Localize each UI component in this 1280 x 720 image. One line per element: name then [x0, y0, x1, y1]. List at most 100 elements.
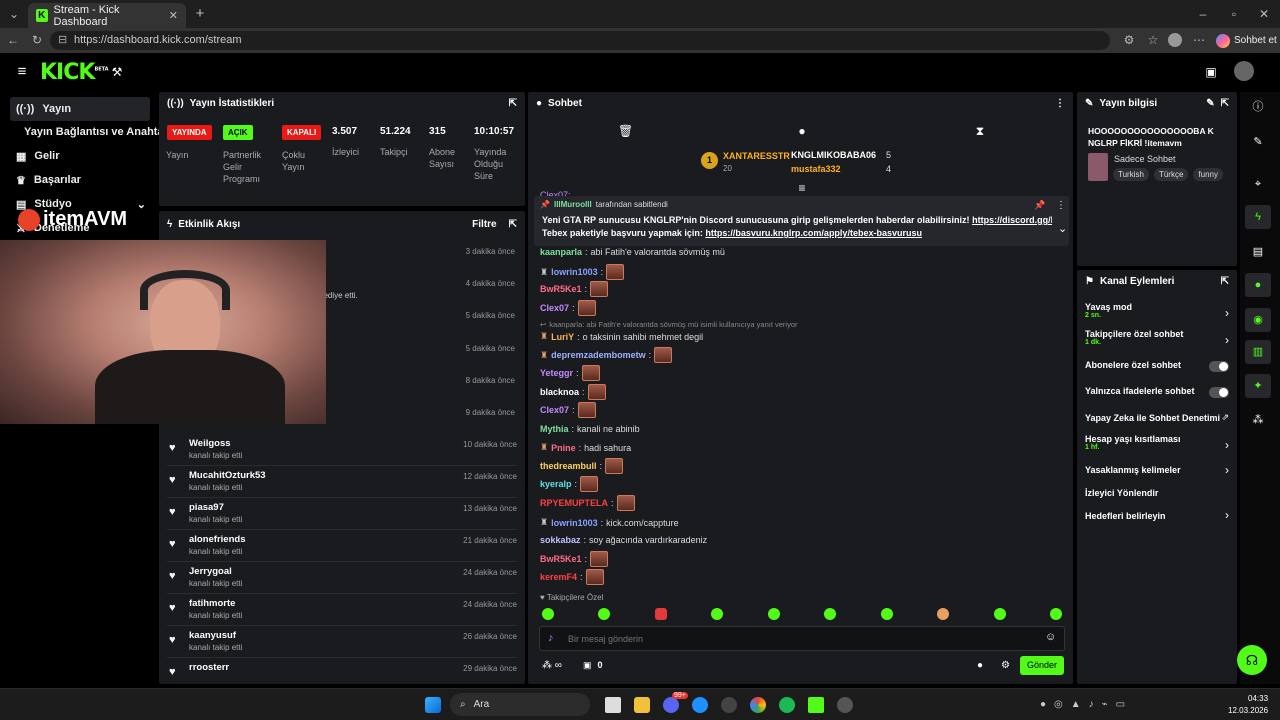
emote-icon[interactable] — [1049, 608, 1062, 620]
file-explorer-icon[interactable] — [634, 697, 650, 713]
user-avatar[interactable] — [1234, 61, 1254, 81]
chat-icon[interactable]: ● — [1245, 273, 1271, 297]
minimize-icon[interactable]: – — [1195, 6, 1211, 22]
chat-username[interactable]: lowrin1003 — [551, 518, 598, 528]
taskbar-search[interactable]: ⌕ Ara — [450, 693, 590, 716]
chat-username[interactable]: Yeteggr — [540, 368, 573, 378]
browser-tab[interactable]: K Stream - Kick Dashboard ✕ — [28, 3, 186, 28]
hammer-icon[interactable]: ⚒ — [110, 64, 124, 80]
subscriber-only-toggle[interactable] — [1209, 361, 1229, 372]
emote-icon[interactable] — [711, 608, 724, 620]
task-view-icon[interactable] — [605, 697, 621, 713]
chat-username[interactable]: BwR5Ke1 — [540, 554, 582, 564]
tag[interactable]: Türkçe — [1153, 168, 1189, 181]
chat-username[interactable]: kyeralp — [540, 479, 572, 489]
chat-username[interactable]: keremF4 — [540, 572, 577, 582]
send-button[interactable]: Gönder — [1020, 656, 1064, 675]
action-follower-only[interactable]: Takipçilere özel sohbet 1 dk. — [1085, 329, 1237, 346]
chat-settings-bubble-icon[interactable]: ● — [977, 660, 983, 671]
channel-points-icon[interactable]: ⁂ ∞ — [542, 660, 562, 671]
chevron-right-icon[interactable]: › — [1225, 438, 1229, 452]
more-icon[interactable]: ⋯ — [1192, 32, 1206, 48]
layout-icon[interactable]: ▥ — [1245, 340, 1271, 364]
chevron-right-icon[interactable]: › — [1225, 333, 1229, 347]
action-slow-mode[interactable]: Yavaş mod 2 sn. — [1085, 302, 1237, 319]
trash-icon[interactable]: 🗑 — [618, 123, 633, 139]
popout-icon[interactable]: ⇱ — [1221, 276, 1229, 287]
lightning-icon[interactable]: ϟ — [1245, 205, 1271, 229]
extensions-icon[interactable]: ⚙ — [1122, 32, 1136, 48]
chat-username[interactable]: kaanparla — [540, 247, 582, 257]
chat-username[interactable]: thedreambull — [540, 461, 597, 471]
popout-icon[interactable]: ⇱ — [1221, 98, 1229, 109]
mic-icon[interactable]: ♪ — [548, 632, 554, 644]
chat-message-input[interactable] — [568, 630, 1028, 647]
chat-username[interactable]: Clex07 — [540, 405, 569, 415]
action-account-age[interactable]: Hesap yaşı kısıtlaması 1 hf. — [1085, 434, 1237, 451]
emote-only-toggle[interactable] — [1209, 387, 1229, 398]
expand-pin-icon[interactable]: ⌄ — [1058, 222, 1067, 235]
action-goals[interactable]: Hedefleri belirleyin — [1085, 511, 1237, 521]
tab-list-icon[interactable]: ⌄ — [6, 6, 22, 22]
chat-username[interactable]: lowrin1003 — [551, 267, 598, 277]
site-info-icon[interactable]: ⊟ — [58, 31, 67, 50]
popout-icon[interactable]: ⇱ — [509, 219, 517, 230]
action-banned-words[interactable]: Yasaklanmış kelimeler — [1085, 465, 1237, 475]
notes-icon[interactable]: ▤ — [1245, 240, 1271, 264]
tray-icons[interactable]: ●◎▲♪⌁▭ — [1040, 699, 1133, 710]
sidebar-item-stream-key[interactable]: Yayın Bağlantısı ve Anahtarı — [10, 120, 171, 144]
tag[interactable]: funny — [1193, 168, 1223, 181]
share-icon[interactable]: ⁂ — [1245, 408, 1271, 432]
popout-icon[interactable]: ⇱ — [509, 98, 517, 109]
chrome-icon[interactable] — [750, 697, 766, 713]
external-link-icon[interactable]: ⇗ — [1221, 412, 1229, 423]
pinned-link-2[interactable]: https://basvuru.knglrp.com/apply/tebex-b… — [705, 228, 922, 238]
more-vertical-icon[interactable]: ⋮ — [1055, 98, 1065, 109]
emote-icon[interactable] — [598, 608, 611, 620]
obs-icon[interactable] — [721, 697, 737, 713]
sidebar-item-stream[interactable]: ((·)) Yayın — [10, 97, 150, 121]
wrench-icon[interactable]: ✦ — [1245, 374, 1271, 398]
clock[interactable]: 04:33 12.03.2026 — [1228, 693, 1268, 717]
edit-icon[interactable]: ✎ — [1206, 98, 1214, 109]
chat-username[interactable]: Clex07 — [540, 303, 569, 313]
pinned-more-icon[interactable]: ⋮ — [1056, 200, 1066, 211]
emote-icon[interactable] — [824, 608, 837, 620]
kick-logo[interactable]: KICKBETA — [40, 60, 109, 85]
filter-button[interactable]: Filtre — [472, 219, 496, 230]
sidebar-item-achievements[interactable]: ♛ Başarılar — [10, 168, 150, 192]
url-field[interactable]: ⊟ https://dashboard.kick.com/stream — [50, 31, 1110, 50]
profile-avatar[interactable] — [1168, 33, 1182, 47]
hourglass-icon[interactable]: ⧗ — [974, 123, 986, 139]
emoji-icon[interactable]: ☺ — [1045, 631, 1056, 643]
info-icon[interactable]: ⓘ — [1245, 95, 1271, 119]
action-host[interactable]: İzleyici Yönlendir — [1085, 488, 1237, 498]
chat-username[interactable]: sokkabaz — [540, 535, 581, 545]
emote-icon[interactable] — [542, 608, 554, 620]
chat-username[interactable]: Mythia — [540, 424, 569, 434]
emote-icon[interactable] — [767, 608, 780, 620]
support-button[interactable]: ☊ — [1237, 645, 1267, 675]
gift-counter[interactable]: ▣ 0 — [583, 660, 603, 671]
chat-username[interactable]: RPYEMUPTELA — [540, 498, 608, 508]
action-ai-moderation[interactable]: Yapay Zeka ile Sohbet Denetimi — [1085, 413, 1237, 423]
maximize-icon[interactable]: ▫ — [1226, 6, 1242, 22]
close-window-icon[interactable]: ✕ — [1256, 6, 1272, 22]
chat-username[interactable]: LuriY — [551, 332, 574, 342]
sidebar-item-revenue[interactable]: ▦ Gelir — [10, 144, 150, 168]
chevron-right-icon[interactable]: › — [1225, 463, 1229, 477]
copilot-button[interactable]: Sohbet et — [1216, 32, 1277, 49]
chat-username[interactable]: BwR5Ke1 — [540, 284, 582, 294]
tag[interactable]: Turkish — [1113, 168, 1149, 181]
chat-username[interactable]: depremzadembometw — [551, 350, 646, 360]
emote-icon[interactable] — [937, 608, 950, 620]
emote-icon[interactable] — [993, 608, 1006, 620]
new-tab-icon[interactable]: + — [192, 6, 208, 22]
emote-icon[interactable] — [654, 608, 667, 620]
refresh-icon[interactable]: ↻ — [30, 32, 44, 48]
pencil-icon[interactable]: ✎ — [1245, 130, 1271, 154]
live-preview-icon[interactable]: ▣ — [1204, 64, 1218, 80]
kick-app-icon[interactable] — [808, 697, 824, 713]
chat-icon[interactable]: ● — [796, 123, 808, 139]
pinned-link-1[interactable]: https://discord.gg/knglrp — [972, 215, 1052, 225]
